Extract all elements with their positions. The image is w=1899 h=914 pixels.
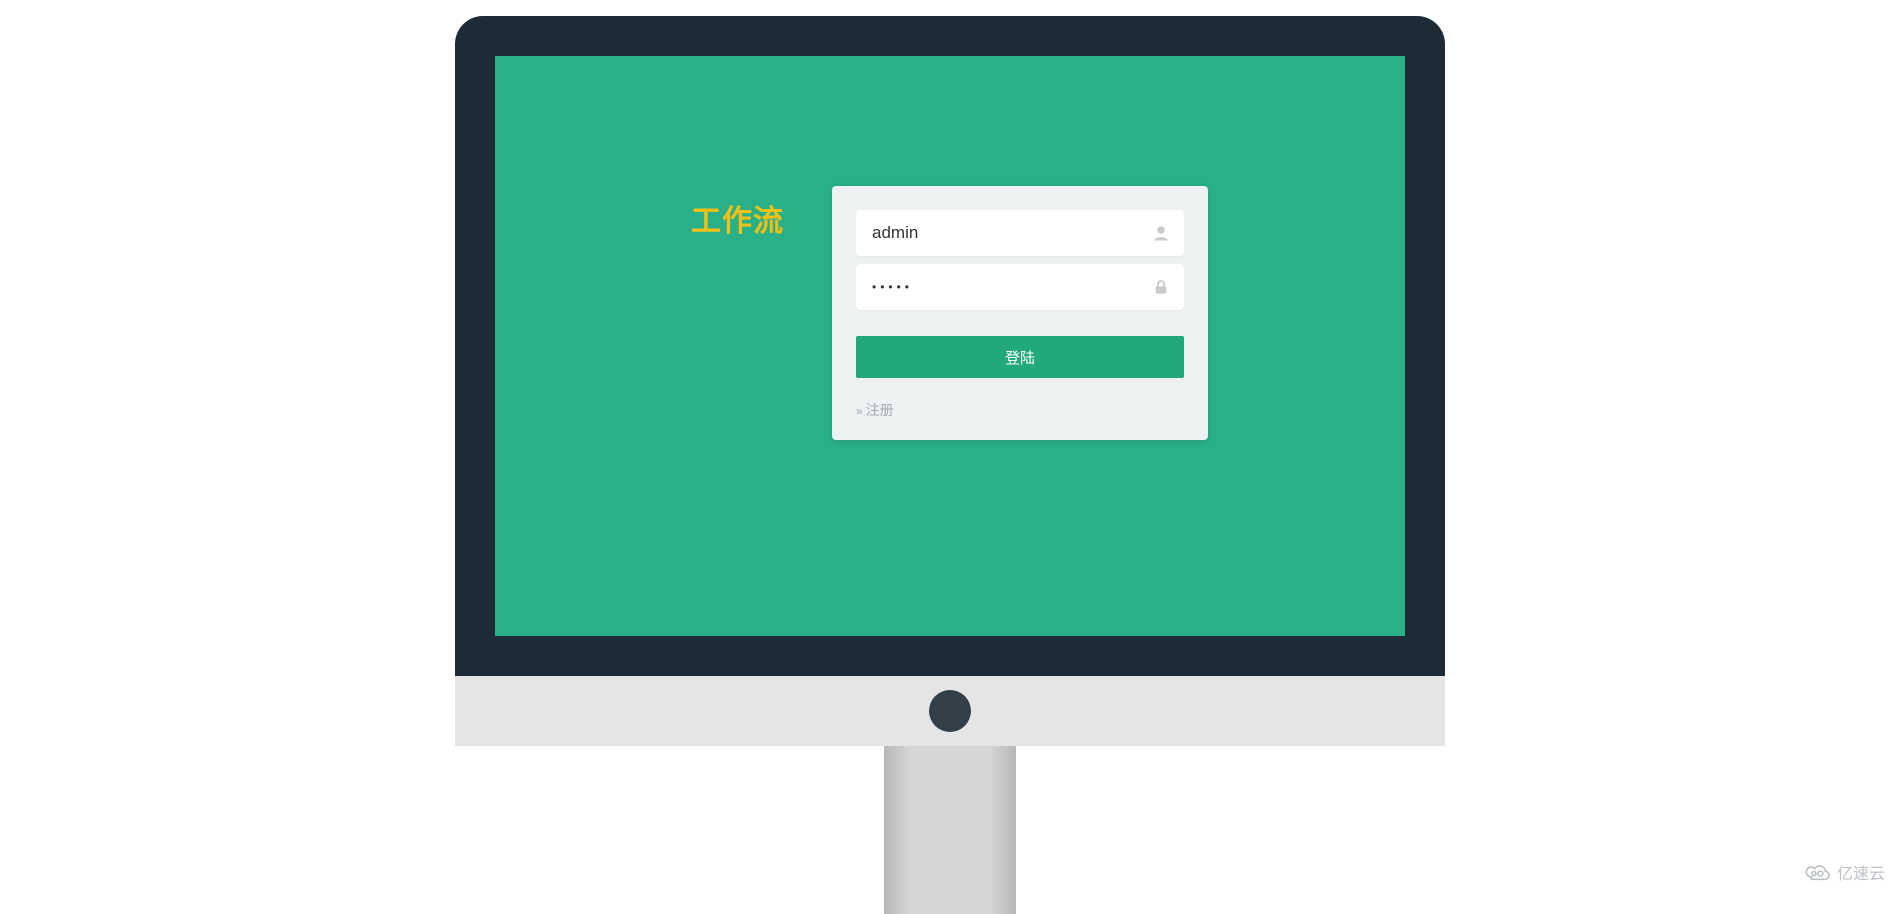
watermark: 亿速云: [1805, 860, 1885, 884]
lock-icon: [1152, 278, 1170, 296]
monitor-chin: [455, 676, 1445, 746]
register-link[interactable]: 注册: [866, 402, 894, 418]
monitor-stand: [884, 746, 1016, 914]
register-row: »注册: [856, 400, 1184, 420]
watermark-text: 亿速云: [1837, 860, 1885, 884]
app-title: 工作流: [691, 196, 784, 240]
cloud-icon: [1805, 862, 1831, 882]
chevron-right-icon: »: [856, 404, 863, 418]
user-icon: [1152, 224, 1170, 242]
power-button-icon: [929, 690, 971, 732]
username-input[interactable]: [872, 223, 1140, 243]
monitor-bezel: 工作流: [455, 16, 1445, 676]
login-button[interactable]: 登陆: [856, 336, 1184, 378]
username-wrap: [856, 210, 1184, 256]
login-card: 登陆 »注册: [832, 186, 1208, 440]
monitor-screen: 工作流: [495, 56, 1405, 636]
password-wrap: [856, 264, 1184, 310]
monitor-frame: 工作流: [455, 16, 1445, 914]
password-input[interactable]: [872, 280, 1140, 294]
